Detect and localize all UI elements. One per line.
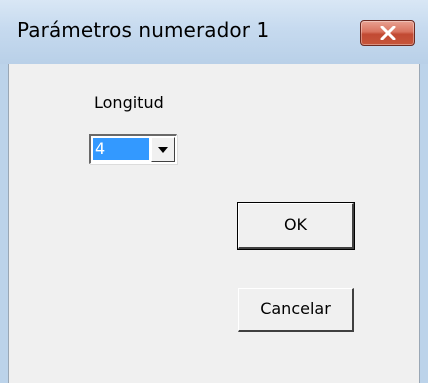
dialog-content: Longitud 4 OK Cancelar	[8, 64, 420, 383]
close-icon	[380, 26, 396, 40]
title-bar[interactable]: Parámetros numerador 1	[0, 0, 428, 64]
length-select[interactable]: 4	[89, 134, 177, 164]
dialog-window: Parámetros numerador 1 Longitud 4 OK Can…	[0, 0, 428, 383]
cancel-button[interactable]: Cancelar	[238, 288, 354, 332]
length-label: Longitud	[94, 93, 164, 112]
chevron-down-icon	[158, 147, 168, 153]
length-select-value[interactable]: 4	[93, 138, 149, 160]
close-button[interactable]	[360, 20, 415, 46]
window-title: Parámetros numerador 1	[17, 18, 270, 42]
dropdown-button[interactable]	[151, 137, 175, 162]
ok-button[interactable]: OK	[237, 202, 355, 250]
